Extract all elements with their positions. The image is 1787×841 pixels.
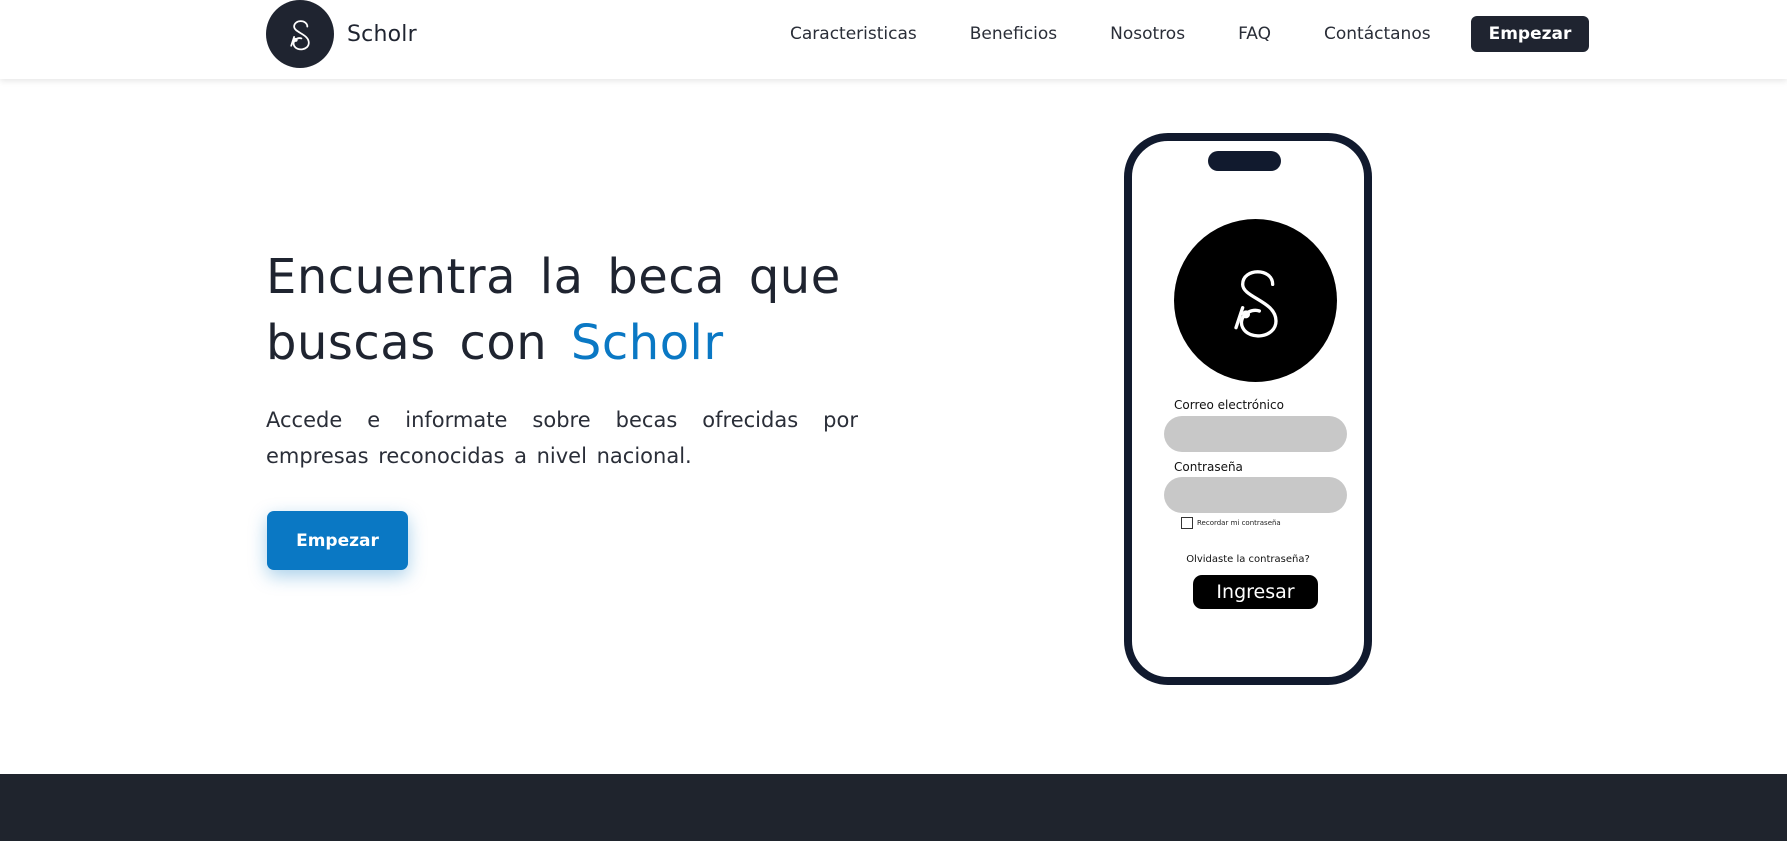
footer-band <box>0 774 1787 841</box>
remember-row: Recordar mi contraseña <box>1181 517 1281 529</box>
brand-name: Scholr <box>347 21 417 47</box>
phone-mockup: Correo electrónico Contraseña Recordar m… <box>1124 133 1372 685</box>
main-nav: Caracteristicas Beneficios Nosotros FAQ … <box>790 16 1590 52</box>
phone-notch <box>1208 151 1281 171</box>
scholr-monogram-icon <box>266 0 334 68</box>
password-label: Contraseña <box>1174 460 1243 474</box>
forgot-password-link[interactable]: Olvidaste la contraseña? <box>1132 554 1364 565</box>
header-start-button[interactable]: Empezar <box>1470 16 1590 52</box>
site-header: Scholr Caracteristicas Beneficios Nosotr… <box>0 0 1787 79</box>
password-field[interactable] <box>1164 477 1347 513</box>
remember-checkbox[interactable] <box>1181 517 1193 529</box>
remember-label: Recordar mi contraseña <box>1197 519 1281 527</box>
email-field[interactable] <box>1164 416 1347 452</box>
nav-link-nosotros[interactable]: Nosotros <box>1110 24 1185 44</box>
nav-link-faq[interactable]: FAQ <box>1238 24 1271 44</box>
hero-title-line1: Encuentra la beca que <box>266 249 841 305</box>
brand-link[interactable]: Scholr <box>266 0 417 68</box>
nav-link-beneficios[interactable]: Beneficios <box>970 24 1057 44</box>
hero-title: Encuentra la beca que buscas con Scholr <box>266 244 866 376</box>
nav-link-caracteristicas[interactable]: Caracteristicas <box>790 24 917 44</box>
hero-subtitle: Accede e informate sobre becas ofrecidas… <box>266 408 858 468</box>
nav-link-contactanos[interactable]: Contáctanos <box>1324 24 1431 44</box>
login-button[interactable]: Ingresar <box>1193 575 1318 609</box>
email-label: Correo electrónico <box>1174 398 1284 412</box>
app-logo-icon <box>1174 219 1337 382</box>
hero-title-line2: buscas con <box>266 315 571 371</box>
hero-start-button[interactable]: Empezar <box>267 511 408 570</box>
hero-title-accent: Scholr <box>570 315 724 371</box>
